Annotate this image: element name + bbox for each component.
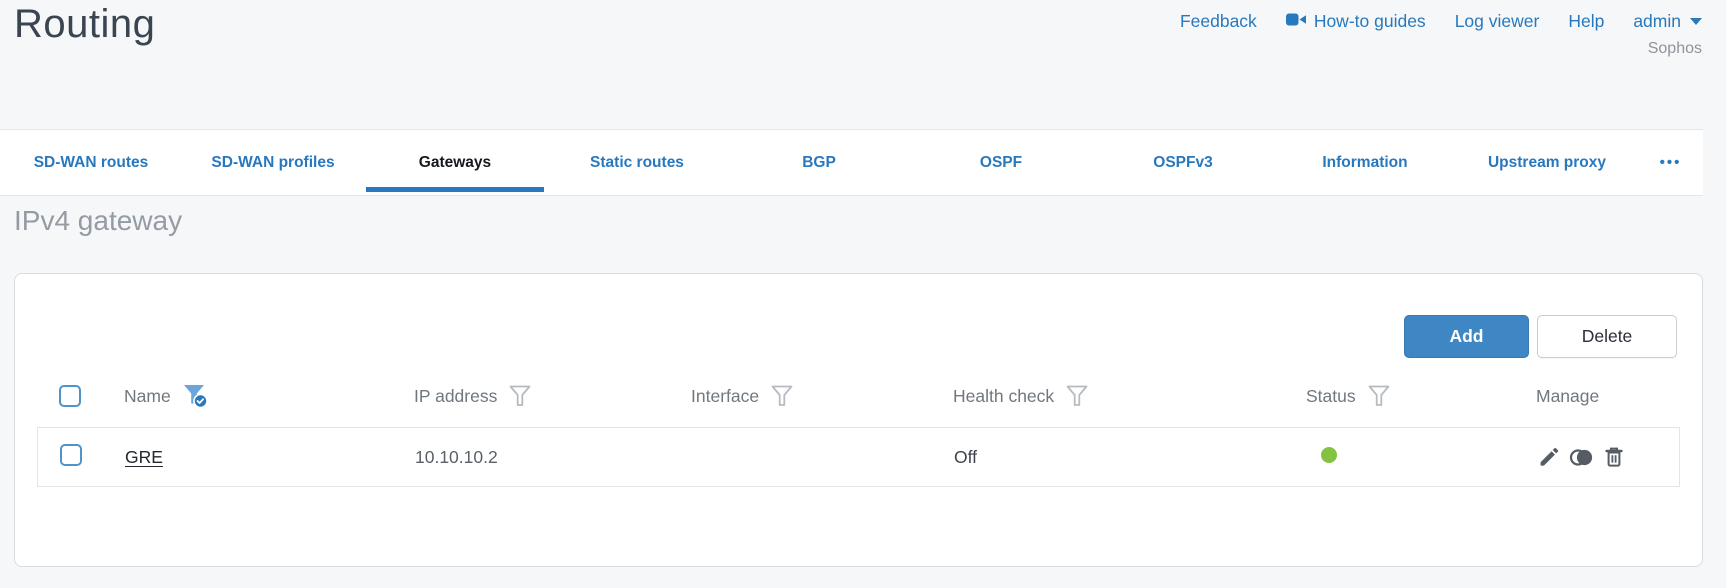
feedback-link-label: Feedback — [1179, 11, 1257, 31]
filter-icon[interactable] — [1065, 384, 1089, 408]
video-camera-icon — [1285, 11, 1307, 32]
table-header-row: Name IP address Interface Health check S… — [15, 374, 1702, 418]
section-title: IPv4 gateway — [14, 205, 183, 236]
tab-gateways[interactable]: Gateways — [364, 130, 546, 195]
tab-sd-wan-routes[interactable]: SD-WAN routes — [0, 130, 182, 195]
delete-icon[interactable] — [1602, 445, 1626, 469]
status-indicator — [1321, 446, 1337, 463]
health-check-cell: Off — [954, 446, 978, 467]
feedback-link[interactable]: Feedback — [1180, 11, 1257, 32]
tab-ospf[interactable]: OSPF — [910, 130, 1092, 195]
clone-icon[interactable] — [1568, 445, 1595, 469]
tab-bar: SD-WAN routes SD-WAN profiles Gateways S… — [0, 129, 1703, 196]
filter-active-icon[interactable] — [182, 383, 210, 409]
admin-menu-button[interactable]: admin — [1633, 11, 1702, 32]
page-title: Routing — [14, 2, 156, 46]
log-viewer-label: Log viewer — [1454, 11, 1540, 31]
column-header-health-label: Health check — [953, 385, 1055, 406]
howto-guides-link[interactable]: How-to guides — [1285, 11, 1426, 32]
table-row: GRE 10.10.10.2 Off — [38, 428, 1679, 486]
tab-information[interactable]: Information — [1274, 130, 1456, 195]
caret-down-icon — [1690, 18, 1702, 25]
tab-ospfv3[interactable]: OSPFv3 — [1092, 130, 1274, 195]
select-all-checkbox[interactable] — [59, 385, 81, 407]
gateway-name-link[interactable]: GRE — [125, 447, 163, 467]
column-header-health-check: Health check — [941, 384, 1294, 408]
header-links: Feedback How-to guides Log viewer Help a… — [1180, 11, 1702, 32]
column-header-status: Status — [1294, 384, 1524, 408]
column-header-ip-address: IP address — [402, 384, 679, 408]
row-checkbox[interactable] — [60, 443, 82, 466]
gateway-card: Add Delete Name IP address Interface Hea… — [14, 273, 1703, 567]
howto-guides-label: How-to guides — [1313, 11, 1426, 31]
column-header-name: Name — [112, 383, 402, 409]
status-cell — [1295, 446, 1525, 468]
delete-button[interactable]: Delete — [1537, 315, 1677, 358]
tab-sd-wan-profiles[interactable]: SD-WAN profiles — [182, 130, 364, 195]
add-button[interactable]: Add — [1404, 315, 1529, 358]
more-tabs-button[interactable]: ••• — [1638, 130, 1703, 195]
column-header-interface-label: Interface — [691, 385, 760, 406]
brand-label: Sophos — [1647, 40, 1702, 57]
log-viewer-link[interactable]: Log viewer — [1455, 11, 1540, 32]
tab-bgp[interactable]: BGP — [728, 130, 910, 195]
table-body: GRE 10.10.10.2 Off — [37, 427, 1680, 487]
column-header-manage: Manage — [1524, 386, 1702, 407]
help-link[interactable]: Help — [1568, 11, 1604, 32]
admin-menu-label: admin — [1633, 11, 1681, 31]
column-header-manage-label: Manage — [1536, 385, 1600, 406]
toolbar: Add Delete — [1404, 315, 1677, 358]
manage-cell — [1525, 445, 1679, 469]
filter-icon[interactable] — [770, 384, 794, 408]
column-header-ip-label: IP address — [414, 385, 498, 406]
name-cell: GRE — [113, 447, 403, 468]
tab-upstream-proxy[interactable]: Upstream proxy — [1456, 130, 1638, 195]
column-header-interface: Interface — [679, 384, 941, 408]
help-label: Help — [1568, 11, 1605, 31]
filter-icon[interactable] — [508, 384, 532, 408]
ip-address-cell: 10.10.10.2 — [415, 446, 498, 467]
filter-icon[interactable] — [1367, 384, 1391, 408]
tab-static-routes[interactable]: Static routes — [546, 130, 728, 195]
column-header-name-label: Name — [124, 385, 171, 406]
edit-icon[interactable] — [1537, 445, 1561, 469]
column-header-status-label: Status — [1306, 385, 1356, 406]
